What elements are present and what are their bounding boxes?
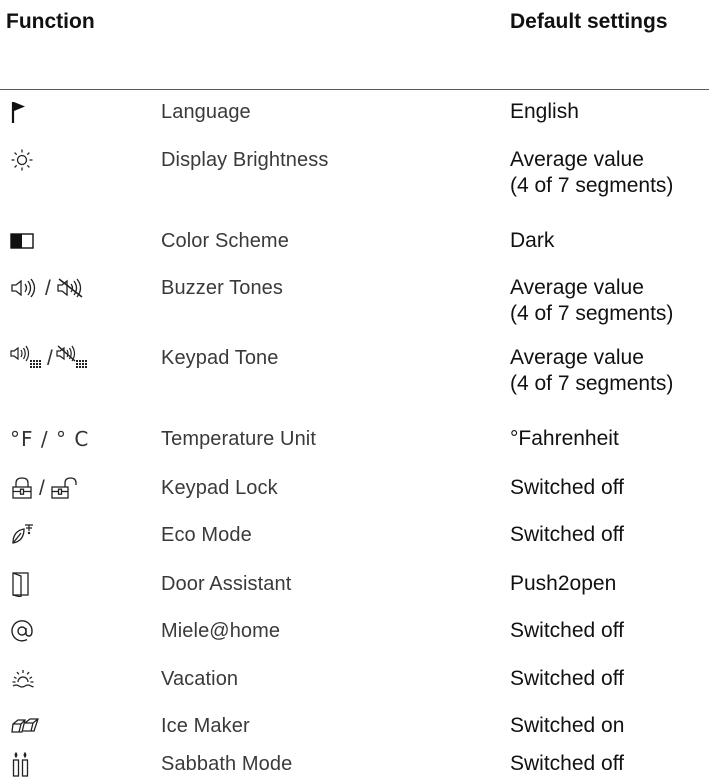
separator-slash: /: [47, 346, 53, 370]
separator-slash: /: [39, 476, 45, 500]
temperature-unit-icon: °F / ° C: [10, 426, 89, 452]
vacation-sun-icon: [10, 666, 36, 692]
keypad-speaker-muted-icon: [56, 344, 90, 372]
default-value: Average value (4 of 7 segments): [510, 148, 674, 197]
separator-slash: /: [45, 276, 51, 300]
default-value: Average value (4 of 7 segments): [510, 346, 674, 395]
sabbath-candles-icon: [10, 751, 32, 777]
at-icon: [10, 618, 34, 644]
ice-cubes-icon: [10, 713, 40, 739]
temperature-unit-text: °F / ° C: [10, 427, 90, 451]
lock-icon: /: [10, 475, 78, 501]
function-label: Keypad Lock: [161, 477, 278, 499]
color-scheme-icon: [10, 228, 36, 254]
header-divider: [0, 89, 709, 90]
function-label: Color Scheme: [161, 230, 289, 252]
default-value: Average value (4 of 7 segments): [510, 276, 674, 325]
column-header-default-settings: Default settings: [510, 10, 668, 33]
door-icon: [10, 571, 32, 597]
function-label: Language: [161, 101, 251, 123]
default-value: Switched off: [510, 619, 625, 642]
function-label: Vacation: [161, 668, 239, 690]
function-label: Eco Mode: [161, 524, 252, 546]
function-label: Keypad Tone: [161, 347, 279, 369]
unlock-icon: [50, 476, 78, 500]
function-label: Door Assistant: [161, 573, 292, 595]
default-value: Push2open: [510, 572, 617, 595]
sun-icon: [10, 147, 34, 173]
flag-icon: [10, 99, 30, 125]
eco-leaf-icon: [10, 522, 36, 548]
function-label: Temperature Unit: [161, 428, 316, 450]
function-label: Buzzer Tones: [161, 277, 284, 299]
default-value: Switched off: [510, 752, 625, 775]
column-header-function: Function: [6, 10, 95, 33]
keypad-speaker-icon: /: [10, 345, 90, 371]
default-value: Switched off: [510, 523, 625, 546]
default-value: Dark: [510, 229, 555, 252]
function-label: Miele@home: [161, 620, 281, 642]
default-value: Switched off: [510, 667, 625, 690]
function-label: Display Brightness: [161, 149, 329, 171]
default-value: Switched on: [510, 714, 625, 737]
default-value: English: [510, 100, 579, 123]
speaker-muted-icon: [56, 276, 86, 300]
default-value: Switched off: [510, 476, 625, 499]
speaker-icon: /: [10, 275, 86, 301]
default-value: °Fahrenheit: [510, 427, 619, 450]
function-label: Sabbath Mode: [161, 753, 293, 775]
function-label: Ice Maker: [161, 715, 250, 737]
